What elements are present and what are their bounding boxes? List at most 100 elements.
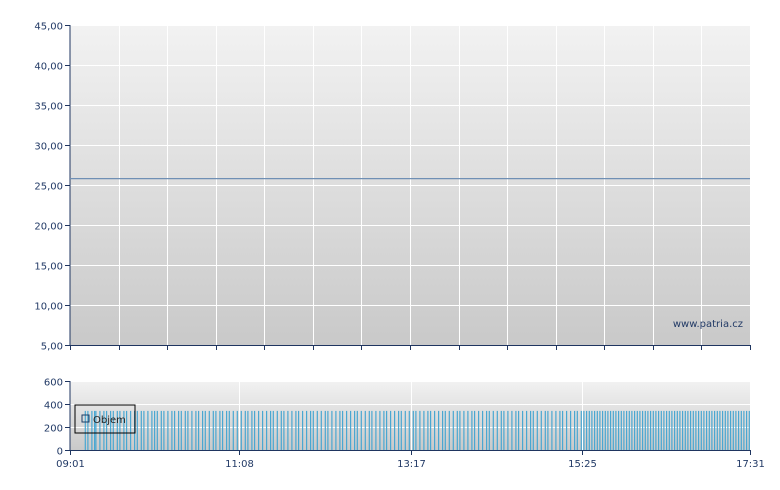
volume-bar (679, 410, 681, 450)
volume-bar (599, 410, 601, 450)
volume-bar (154, 410, 156, 450)
volume-bar (442, 410, 444, 450)
volume-bar (492, 410, 494, 450)
volume-bar (204, 410, 206, 450)
volume-bar (522, 410, 524, 450)
volume-bar (163, 410, 165, 450)
volume-bar (727, 410, 729, 450)
volume-bar (515, 410, 517, 450)
price-panel: 45,00 40,00 35,00 30,00 25,00 20,00 15,00 10,00… (34, 22, 751, 353)
volume-bar (360, 410, 362, 450)
volume-bar (719, 410, 721, 450)
volume-bar (703, 410, 705, 450)
volume-bar (559, 410, 561, 450)
volume-bar (195, 410, 197, 450)
volume-bar (280, 410, 282, 450)
volume-bar (140, 410, 142, 450)
volume-bar (628, 410, 630, 450)
volume-bar (706, 410, 708, 450)
volume-bar (346, 410, 348, 450)
volume-bar (335, 410, 337, 450)
volume-bar (740, 410, 742, 450)
volume-bar (478, 410, 480, 450)
volume-bar (364, 410, 366, 450)
volume-bar (232, 410, 234, 450)
volume-bar (228, 410, 230, 450)
volume-y-tick-label: 400 (44, 401, 63, 412)
volume-y-tick-label: 0 (57, 447, 63, 458)
volume-bar (695, 410, 697, 450)
price-y-tick-label: 40,00 (34, 62, 63, 73)
volume-bar (530, 410, 532, 450)
volume-bar (400, 410, 402, 450)
volume-bar (631, 410, 633, 450)
volume-bar (215, 410, 217, 450)
volume-bar (488, 410, 490, 450)
volume-bar (171, 410, 173, 450)
volume-bar (160, 410, 162, 450)
volume-bar (130, 410, 132, 450)
volume-bar (427, 410, 429, 450)
volume-x-tick-label: 17:31 (736, 459, 765, 470)
volume-bar (732, 410, 734, 450)
volume-bar (743, 410, 745, 450)
volume-bar (272, 410, 274, 450)
volume-bar (236, 410, 238, 450)
volume-bar (404, 410, 406, 450)
volume-bar (126, 410, 128, 450)
volume-bar (536, 410, 538, 450)
volume-bar (298, 410, 300, 450)
volume-panel: 600 400 200 0 09:01 11:08 13:17 15:25 17:31 Obj… (44, 378, 765, 471)
volume-bar (663, 410, 665, 450)
volume-bar (618, 410, 620, 450)
volume-bar (626, 410, 628, 450)
volume-bar (398, 410, 400, 450)
volume-bar (295, 410, 297, 450)
price-y-tick-label: 5,00 (41, 342, 63, 353)
volume-bar (684, 410, 686, 450)
volume-bar (302, 410, 304, 450)
price-y-tick-label: 35,00 (34, 102, 63, 113)
volume-bar (471, 410, 473, 450)
watermark: www.patria.cz (673, 319, 743, 330)
volume-bar (596, 410, 598, 450)
volume-bar (463, 410, 465, 450)
volume-bar (356, 410, 358, 450)
volume-bar (583, 410, 585, 450)
volume-bar (532, 410, 534, 450)
volume-bar (379, 410, 381, 450)
volume-bar (430, 410, 432, 450)
volume-bar (644, 410, 646, 450)
volume-bar (551, 410, 553, 450)
volume-bar (687, 410, 689, 450)
volume-bar (386, 410, 388, 450)
volume-bar (136, 410, 138, 450)
volume-bar (312, 410, 314, 450)
volume-bar (324, 410, 326, 450)
volume-bar (655, 410, 657, 450)
volume-bar (226, 410, 228, 450)
volume-bar (634, 410, 636, 450)
volume-bar (368, 410, 370, 450)
price-y-tick-label: 15,00 (34, 262, 63, 273)
legend-label: Objem (93, 415, 126, 426)
volume-bar (615, 410, 617, 450)
volume-bar (444, 410, 446, 450)
volume-bar (316, 410, 318, 450)
volume-bar (342, 410, 344, 450)
price-y-tick-label: 45,00 (34, 22, 63, 33)
volume-bar (219, 410, 221, 450)
volume-bar (174, 410, 176, 450)
volume-bar (639, 410, 641, 450)
volume-bar (383, 410, 385, 450)
price-y-tick-label: 10,00 (34, 302, 63, 313)
volume-bar (610, 410, 612, 450)
volume-bar (375, 410, 377, 450)
volume-bar (320, 410, 322, 450)
volume-bar (547, 410, 549, 450)
volume-bar (178, 410, 180, 450)
volume-bar (467, 410, 469, 450)
volume-bar (652, 410, 654, 450)
volume-bar (724, 410, 726, 450)
volume-bar (438, 410, 440, 450)
